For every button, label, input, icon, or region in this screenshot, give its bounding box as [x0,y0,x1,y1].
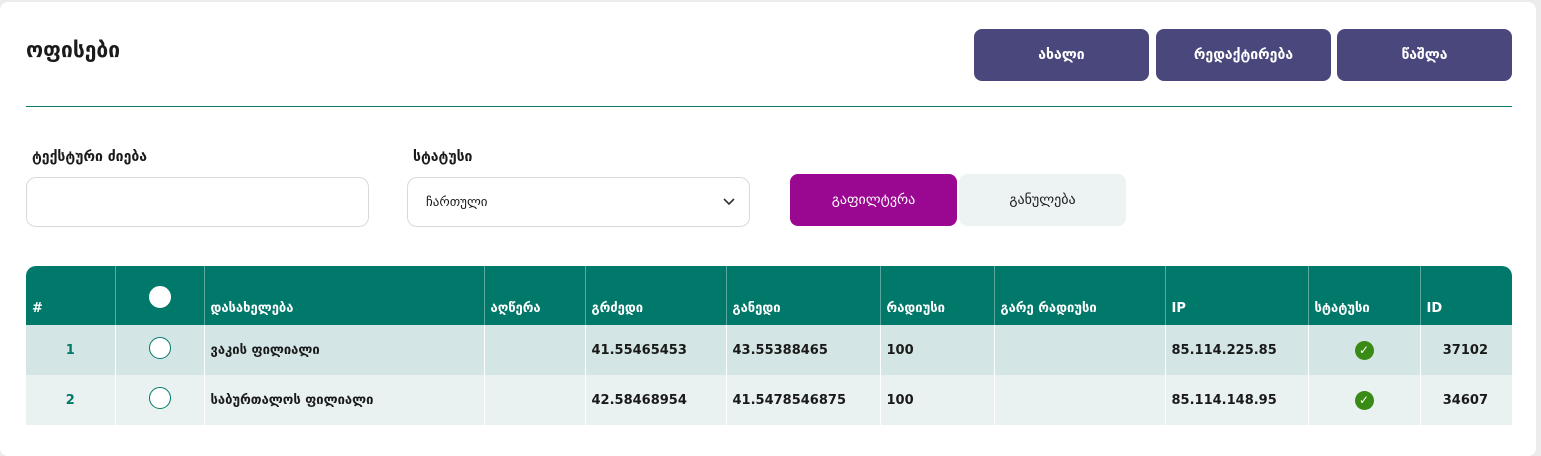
office-name: საბურთალოს ფილიალი [204,375,485,425]
offices-table: # დასახელება აღწერა გრძედი განედი რადიუს… [26,266,1512,425]
row-number: 1 [26,325,116,375]
office-status: ✓ [1308,325,1421,375]
column-header-latitude: განედი [726,266,881,325]
row-select-cell[interactable] [115,325,205,375]
office-latitude: 41.5478546875 [726,375,881,425]
status-select-value: ჩართული [426,194,488,210]
column-header-id: ID [1426,301,1443,316]
office-latitude: 43.55388465 [726,325,881,375]
office-id: 34607 [1442,392,1488,408]
radio-icon[interactable] [148,337,171,359]
status-select[interactable]: ჩართული [407,177,750,227]
search-input[interactable] [26,177,369,227]
offices-panel: ოფისები ახალი რედაქტირება წაშლა ტექსტური… [0,2,1536,456]
column-header-longitude: გრძედი [585,266,727,325]
status-label: სტატუსი [413,149,473,165]
column-header-select[interactable] [115,266,205,325]
column-header-ip: IP [1165,266,1309,325]
office-description [484,375,586,425]
header-divider [26,106,1512,107]
radio-icon[interactable] [148,387,171,409]
column-header-number: # [26,266,116,325]
office-longitude: 42.58468954 [585,375,727,425]
row-number: 2 [26,375,116,425]
filter-button[interactable]: გაფილტვრა [790,174,957,226]
column-header-name: დასახელება [204,266,485,325]
check-circle-icon: ✓ [1354,340,1374,360]
search-label: ტექსტური ძიება [32,149,147,165]
table-header-row: # დასახელება აღწერა გრძედი განედი რადიუს… [26,266,1512,325]
row-select-cell[interactable] [115,375,205,425]
delete-button[interactable]: წაშლა [1337,29,1512,81]
office-status: ✓ [1308,375,1421,425]
column-header-radius: რადიუსი [880,266,995,325]
check-circle-icon: ✓ [1354,390,1374,410]
new-button[interactable]: ახალი [974,29,1149,81]
office-ip: 85.114.225.85 [1165,325,1309,375]
office-ip: 85.114.148.95 [1165,375,1309,425]
page-title: ოფისები [26,38,121,62]
table-row[interactable]: 2 საბურთალოს ფილიალი 42.58468954 41.5478… [26,375,1512,425]
office-radius: 100 [880,325,995,375]
chevron-down-icon [723,195,735,209]
office-name: ვაკის ფილიალი [204,325,485,375]
office-outer-radius [994,375,1166,425]
edit-button[interactable]: რედაქტირება [1156,29,1331,81]
office-radius: 100 [880,375,995,425]
office-description [484,325,586,375]
office-longitude: 41.55465453 [585,325,727,375]
select-all-radio-icon[interactable] [148,286,171,308]
office-id: 37102 [1442,342,1488,358]
column-header-status: სტატუსი [1308,266,1421,325]
column-header-outer-radius: გარე რადიუსი [994,266,1166,325]
office-outer-radius [994,325,1166,375]
column-header-description: აღწერა [484,266,586,325]
table-row[interactable]: 1 ვაკის ფილიალი 41.55465453 43.55388465 … [26,325,1512,375]
reset-button[interactable]: განულება [959,174,1126,226]
